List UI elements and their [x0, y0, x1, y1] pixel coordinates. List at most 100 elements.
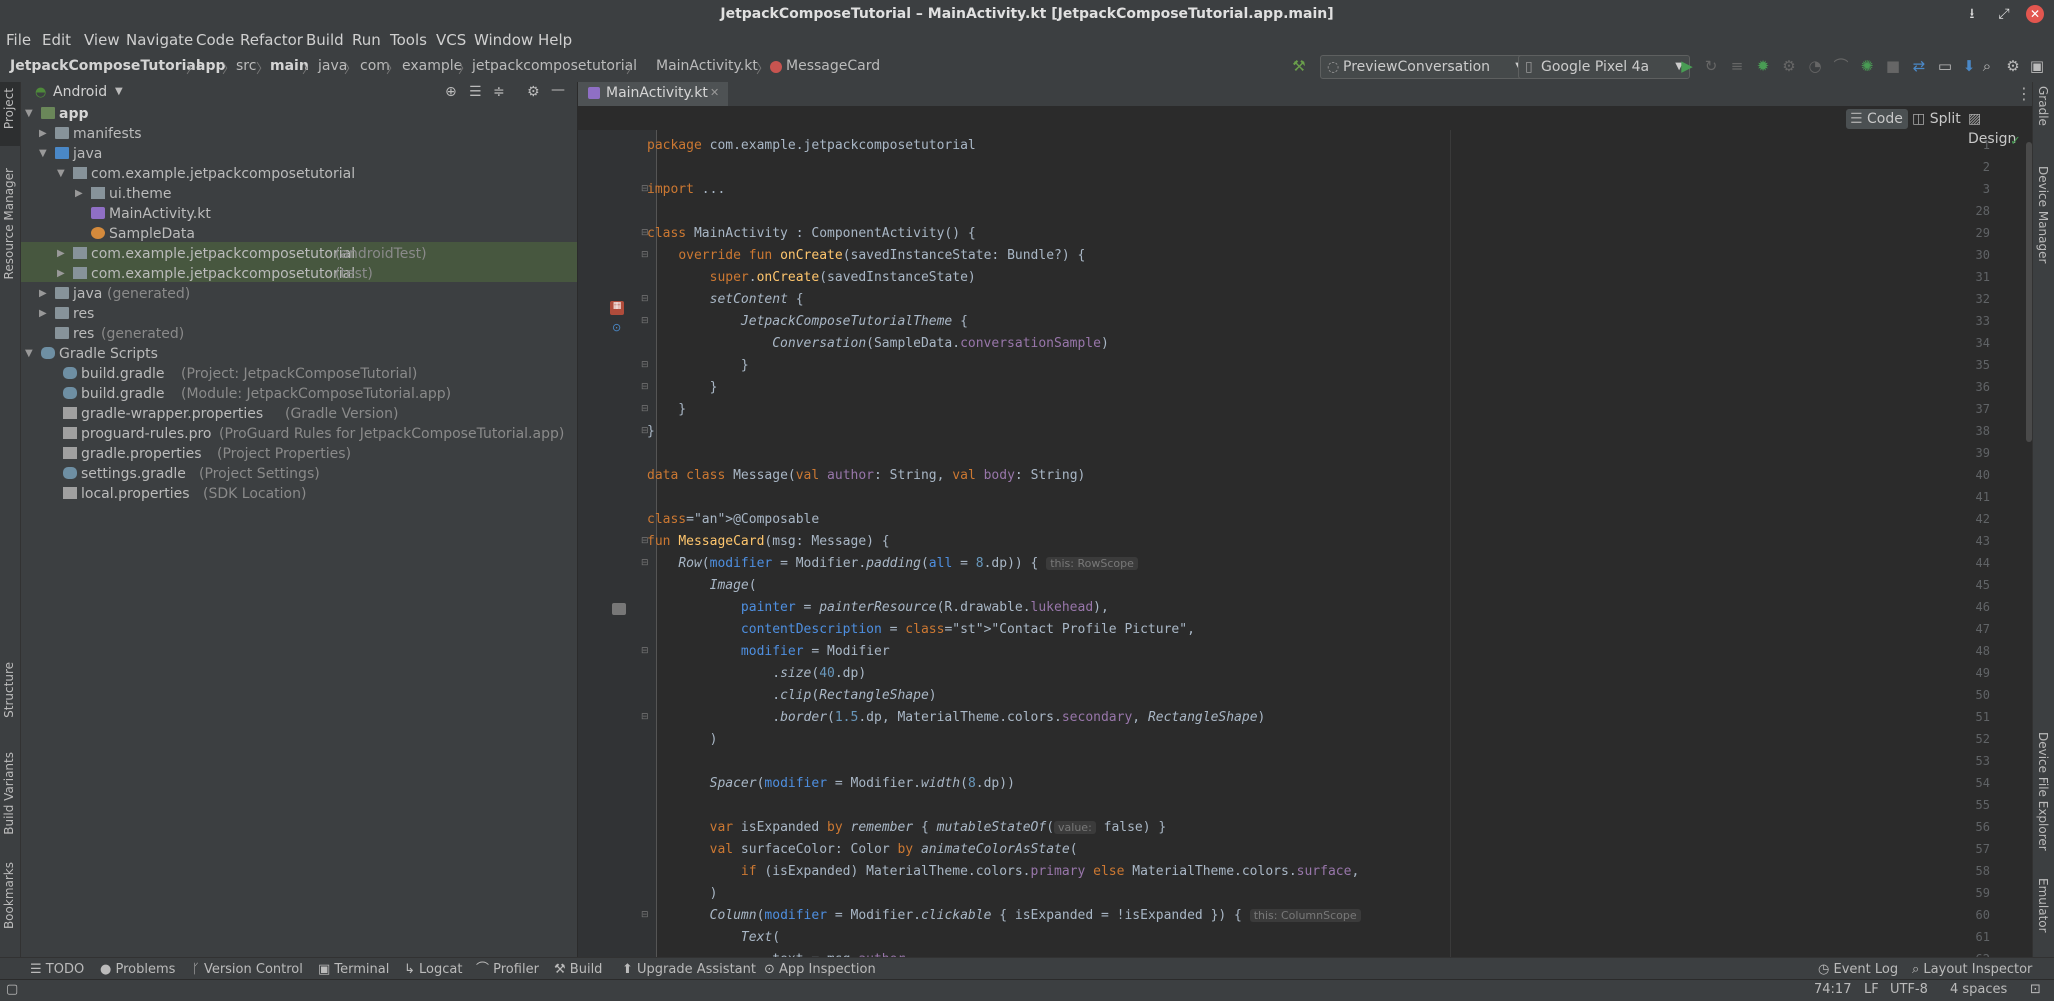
tab-emulator[interactable]: Emulator — [2036, 878, 2050, 933]
fold-marker-icon[interactable]: ⊟ — [641, 646, 649, 656]
inspection-ok-icon[interactable]: ✓ — [2010, 134, 2021, 149]
close-icon[interactable]: ✕ — [2026, 5, 2044, 23]
mode-code[interactable]: ☰ Code — [1846, 109, 1908, 129]
code-line[interactable]: Text( — [647, 930, 780, 945]
indent-setting[interactable]: 4 spaces — [1950, 982, 2007, 997]
override-icon[interactable]: ⊙ — [612, 321, 621, 334]
code-line[interactable]: ) — [647, 886, 718, 901]
menu-refactor[interactable]: Refactor — [240, 28, 303, 52]
tab-app-inspection[interactable]: ⊙ App Inspection — [764, 961, 876, 979]
hide-panel-icon[interactable]: — — [551, 82, 565, 98]
tab-device-manager[interactable]: Device Manager — [2036, 166, 2050, 263]
run-icon[interactable]: ▶ — [1678, 57, 1696, 75]
tab-mainactivity[interactable]: MainActivity.kt ✕ — [578, 82, 728, 109]
tab-version-control[interactable]: ᚴ Version Control — [192, 961, 303, 979]
mode-split[interactable]: ◫ Split — [1912, 109, 1961, 129]
code-line[interactable]: var isExpanded by remember { mutableStat… — [647, 820, 1167, 835]
sdk-manager-icon[interactable]: ⬇ — [1960, 57, 1978, 75]
menu-tools[interactable]: Tools — [390, 28, 427, 52]
breadcrumb-src[interactable]: src — [236, 58, 256, 74]
file-encoding[interactable]: UTF-8 — [1890, 982, 1928, 997]
code-line[interactable]: data class Message(val author: String, v… — [647, 468, 1085, 483]
breadcrumb-file[interactable]: MainActivity.kt — [656, 58, 758, 74]
tab-bookmarks[interactable]: Bookmarks — [2, 862, 16, 929]
fold-marker-icon[interactable]: ⊟ — [641, 536, 649, 546]
code-line[interactable]: Image( — [647, 578, 757, 593]
tab-build[interactable]: ⚒ Build — [554, 961, 602, 979]
menu-navigate[interactable]: Navigate — [126, 28, 193, 52]
code-line[interactable]: package com.example.jetpackcomposetutori… — [647, 138, 976, 153]
gear-icon[interactable]: ⚙ — [527, 84, 540, 100]
code-line[interactable]: Conversation(SampleData.conversationSamp… — [647, 336, 1109, 351]
gear-icon[interactable]: ⚙ — [2004, 57, 2022, 75]
caret-position[interactable]: 74:17 — [1814, 982, 1851, 997]
device-manager-icon[interactable]: ▭ — [1936, 57, 1954, 75]
fold-marker-icon[interactable]: ⊟ — [641, 250, 649, 260]
tab-device-file-explorer[interactable]: Device File Explorer — [2036, 732, 2050, 851]
code-line[interactable]: ) — [647, 732, 718, 747]
tab-problems[interactable]: ● Problems — [100, 961, 175, 979]
fold-marker-icon[interactable]: ⊟ — [641, 228, 649, 238]
breadcrumb-package[interactable]: jetpackcomposetutorial — [472, 58, 637, 74]
line-separator[interactable]: LF — [1864, 982, 1879, 997]
breadcrumb-example[interactable]: example — [402, 58, 462, 74]
tab-build-variants[interactable]: Build Variants — [2, 752, 16, 835]
fold-marker-icon[interactable]: ⊟ — [641, 360, 649, 370]
fold-marker-icon[interactable]: ⊟ — [641, 404, 649, 414]
expand-all-icon[interactable]: ☰ — [469, 84, 482, 100]
code-line[interactable]: if (isExpanded) MaterialTheme.colors.pri… — [647, 864, 1359, 879]
menu-view[interactable]: View — [84, 28, 120, 52]
coverage-icon[interactable]: ◔ — [1806, 57, 1824, 75]
code-line[interactable]: setContent { — [647, 292, 804, 307]
tab-todo[interactable]: ☰ TODO — [30, 961, 84, 979]
debug-icon[interactable]: ✹ — [1754, 57, 1772, 75]
tab-project[interactable]: Project — [2, 88, 16, 129]
code-line[interactable]: JetpackComposeTutorialTheme { — [647, 314, 968, 329]
fold-marker-icon[interactable]: ⊟ — [641, 316, 649, 326]
menu-run[interactable]: Run — [352, 28, 381, 52]
profile-avatar-icon[interactable]: ▣ — [2028, 57, 2046, 75]
menu-code[interactable]: Code — [196, 28, 234, 52]
attach-debugger-icon[interactable]: ⚙ — [1780, 57, 1798, 75]
device-select[interactable]: ▯ Google Pixel 4a ▼ — [1518, 55, 1690, 79]
code-line[interactable]: Spacer(modifier = Modifier.width(8.dp)) — [647, 776, 1015, 791]
tab-layout-inspector[interactable]: ⌕ Layout Inspector — [1912, 961, 2032, 979]
tab-structure[interactable]: Structure — [2, 662, 16, 718]
menu-vcs[interactable]: VCS — [436, 28, 466, 52]
code-line[interactable]: } — [647, 358, 749, 373]
code-line[interactable]: .border(1.5.dp, MaterialTheme.colors.sec… — [647, 710, 1265, 725]
menu-edit[interactable]: Edit — [42, 28, 71, 52]
tab-terminal[interactable]: ▣ Terminal — [318, 961, 389, 979]
fold-marker-icon[interactable]: ⊟ — [641, 382, 649, 392]
menu-file[interactable]: File — [6, 28, 31, 52]
code-line[interactable]: class MainActivity : ComponentActivity()… — [647, 226, 976, 241]
fold-marker-icon[interactable]: ⊟ — [641, 910, 649, 920]
breadcrumb-java[interactable]: java — [318, 58, 347, 74]
minimize-icon[interactable]: ⭳ — [1962, 4, 1982, 24]
code-line[interactable]: } — [647, 402, 686, 417]
tab-resource-manager[interactable]: Resource Manager — [2, 168, 16, 279]
code-line[interactable]: contentDescription = class="st">"Contact… — [647, 622, 1195, 637]
tab-upgrade-assistant[interactable]: ⬆ Upgrade Assistant — [622, 961, 756, 979]
breadcrumb-function[interactable]: MessageCard — [786, 58, 880, 74]
code-line[interactable]: Column(modifier = Modifier.clickable { i… — [647, 908, 1361, 923]
code-line[interactable]: val surfaceColor: Color by animateColorA… — [647, 842, 1078, 857]
project-view-select[interactable]: Android — [53, 84, 107, 100]
code-line[interactable]: import ... — [647, 182, 725, 197]
chevron-down-icon[interactable]: ▼ — [115, 86, 123, 97]
code-line[interactable]: .clip(RectangleShape) — [647, 688, 936, 703]
fold-marker-icon[interactable]: ⊟ — [641, 712, 649, 722]
run-config-select[interactable]: ◌ PreviewConversation ▼ — [1320, 55, 1530, 79]
rerun-icon[interactable]: ↻ — [1702, 57, 1720, 75]
maximize-icon[interactable]: ⤢ — [1994, 4, 2014, 24]
tab-logcat[interactable]: ↳ Logcat — [404, 961, 462, 979]
tab-gradle[interactable]: Gradle — [2036, 86, 2050, 126]
hammer-icon[interactable]: ⚒ — [1290, 57, 1308, 75]
close-tab-icon[interactable]: ✕ — [710, 82, 719, 104]
collapse-all-icon[interactable]: ≑ — [493, 84, 505, 100]
code-line[interactable]: fun MessageCard(msg: Message) { — [647, 534, 890, 549]
fold-marker-icon[interactable]: ⊟ — [641, 184, 649, 194]
code-line[interactable]: class="an">@Composable — [647, 512, 819, 527]
attach-process-icon[interactable]: ✺ — [1858, 57, 1876, 75]
mode-design[interactable]: ▨ Design — [1968, 109, 2032, 147]
